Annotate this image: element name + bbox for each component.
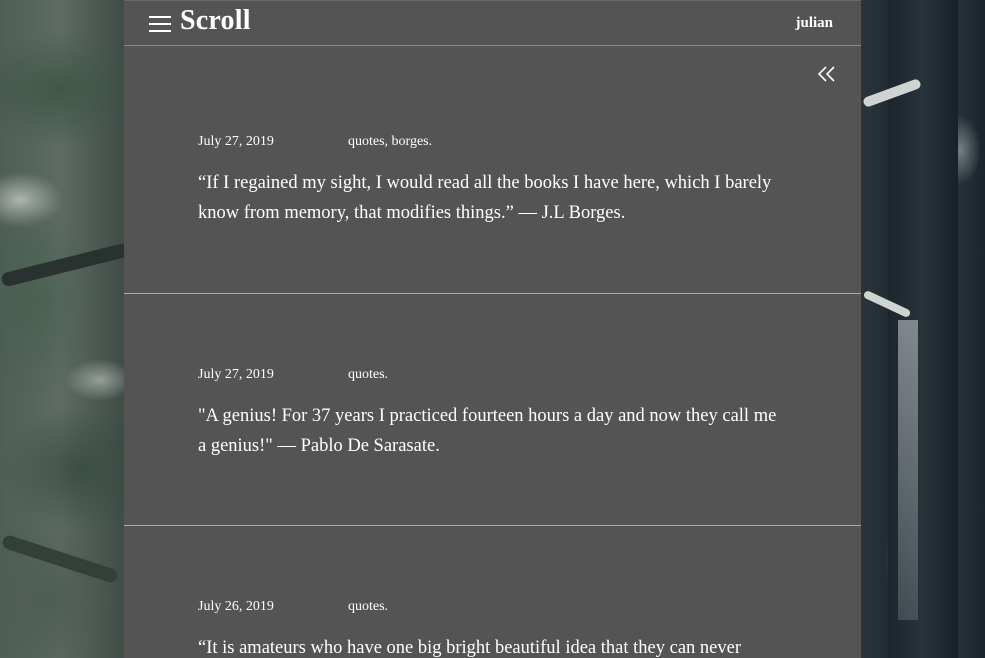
- post-tags[interactable]: quotes.: [348, 599, 388, 615]
- post-text[interactable]: “It is amateurs who have one big bright …: [198, 633, 788, 658]
- content-panel: Scroll julian July 27, 2019 quotes, borg…: [124, 0, 861, 658]
- top-navigation-bar: Scroll julian: [124, 0, 861, 46]
- post-date: July 27, 2019: [198, 367, 274, 382]
- user-link[interactable]: julian: [795, 15, 833, 32]
- post-tags[interactable]: quotes.: [348, 367, 388, 383]
- post-meta: July 27, 2019 quotes.: [198, 367, 388, 383]
- post-tags[interactable]: quotes, borges.: [348, 134, 432, 150]
- tree-trunk: [888, 0, 958, 658]
- post-item: July 26, 2019 quotes. “It is amateurs wh…: [124, 526, 861, 658]
- post-item: July 27, 2019 quotes, borges. “If I rega…: [124, 46, 861, 294]
- post-date: July 27, 2019: [198, 134, 274, 149]
- hamburger-menu-icon[interactable]: [149, 16, 171, 32]
- tree-branch: [0, 533, 120, 585]
- post-text[interactable]: "A genius! For 37 years I practiced four…: [198, 401, 788, 461]
- site-title[interactable]: Scroll: [180, 5, 251, 37]
- post-meta: July 26, 2019 quotes.: [198, 599, 388, 615]
- post-text[interactable]: “If I regained my sight, I would read al…: [198, 168, 788, 228]
- post-meta: July 27, 2019 quotes, borges.: [198, 134, 432, 150]
- tree-branch: [0, 242, 130, 288]
- post-item: July 27, 2019 quotes. "A genius! For 37 …: [124, 294, 861, 526]
- post-date: July 26, 2019: [198, 599, 274, 614]
